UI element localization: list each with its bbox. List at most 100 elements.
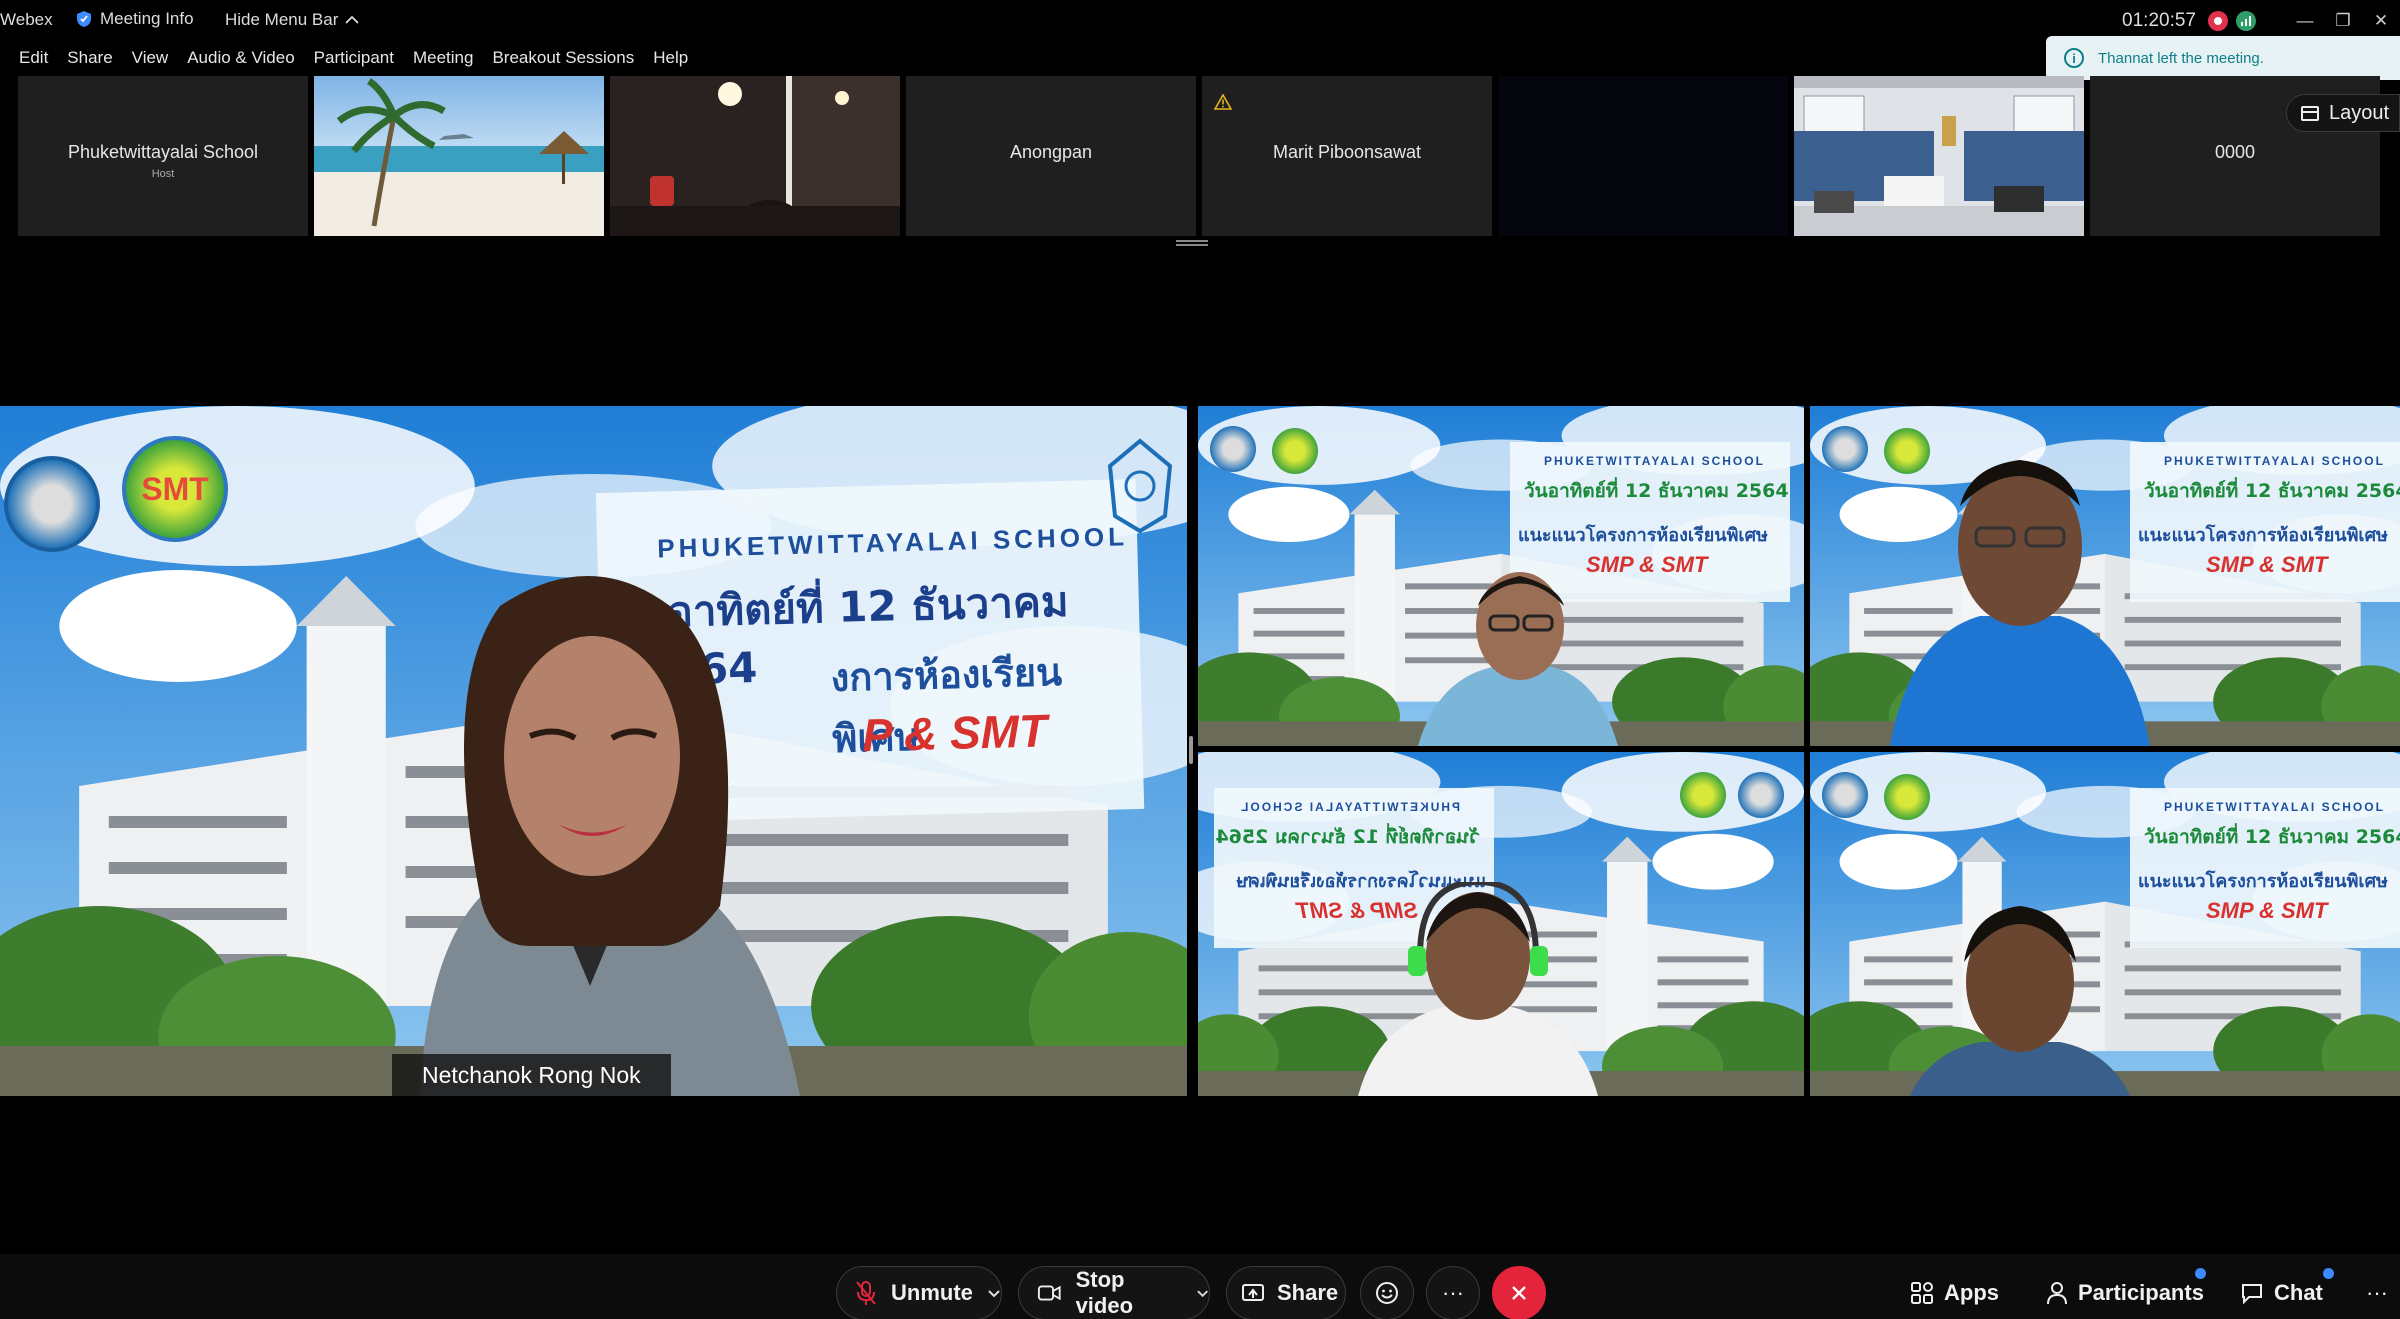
thumbnail-video-beach[interactable] xyxy=(314,76,604,236)
smt-logo xyxy=(1272,428,1318,474)
title-bar: Webex Meeting Info Hide Menu Bar 01:20:5… xyxy=(0,0,2400,42)
chat-button[interactable]: Chat xyxy=(2240,1280,2323,1306)
meeting-timer: 01:20:57 xyxy=(2122,10,2196,31)
participant-person-headset xyxy=(1358,882,1598,1096)
smp-logo xyxy=(1822,772,1868,818)
meeting-info-button[interactable]: Meeting Info xyxy=(76,9,194,29)
hide-menu-bar-button[interactable]: Hide Menu Bar xyxy=(225,10,360,30)
participant-person xyxy=(1910,906,2130,1096)
banner-program-code: SMP & SMT xyxy=(2206,552,2328,577)
apps-button[interactable]: Apps xyxy=(1910,1280,1999,1306)
strip-resize-handle[interactable] xyxy=(1176,240,1208,248)
banner-school-name: PHUKETWITTAYALAI SCHOOL xyxy=(2164,454,2385,468)
overflow-menu-button[interactable]: ··· xyxy=(2366,1280,2388,1306)
participants-label: Participants xyxy=(2078,1280,2204,1305)
dark-room-video xyxy=(610,76,900,236)
thumbnail-marit[interactable]: Marit Piboonsawat xyxy=(1202,76,1492,236)
chevron-down-icon[interactable] xyxy=(1196,1288,1209,1298)
menu-help[interactable]: Help xyxy=(653,48,688,68)
chat-badge xyxy=(2323,1268,2334,1279)
chat-label: Chat xyxy=(2274,1280,2323,1305)
banner-school-name: PHUKETWITTAYALAI SCHOOL xyxy=(2164,800,2385,814)
app-name: Webex xyxy=(0,10,53,29)
event-banner: PHUKETWITTAYALAI SCHOOL วันอาทิตย์ที่ 12… xyxy=(2130,788,2400,948)
menu-participant[interactable]: Participant xyxy=(314,48,394,68)
grid-splitter[interactable] xyxy=(1189,736,1193,764)
menu-breakout-sessions[interactable]: Breakout Sessions xyxy=(492,48,634,68)
thumbnail-video-dark-room[interactable] xyxy=(610,76,900,236)
thumbnail-video-black[interactable] xyxy=(1498,76,1788,236)
close-icon xyxy=(1512,1286,1526,1300)
layout-icon xyxy=(2301,105,2319,121)
thumbnail-name: Anongpan xyxy=(1009,142,1093,162)
thumbnail-anongpan[interactable]: Anongpan xyxy=(906,76,1196,236)
thumbnail-video-classroom[interactable] xyxy=(1794,76,2084,236)
participant-left-notification: i Thannat left the meeting. xyxy=(2046,36,2400,80)
apps-grid-icon xyxy=(1911,1282,1933,1304)
more-options-button[interactable]: ··· xyxy=(1426,1266,1480,1319)
banner-program-code: P & SMT xyxy=(861,704,1048,762)
thumbnail-host[interactable]: Phuketwittayalai School Host xyxy=(18,76,308,236)
smt-logo xyxy=(1680,772,1726,818)
smp-logo xyxy=(1822,426,1868,472)
share-label: Share xyxy=(1277,1280,1339,1305)
speaker-name-tag: Netchanok Rong Nok xyxy=(392,1054,671,1096)
unmute-button[interactable]: Unmute xyxy=(836,1266,1002,1319)
shield-icon xyxy=(77,11,91,27)
smt-logo xyxy=(1884,774,1930,820)
stop-video-label: Stop video xyxy=(1075,1267,1134,1318)
chevron-up-icon xyxy=(345,15,360,24)
smp-logo xyxy=(1738,772,1784,818)
speaker-person xyxy=(420,576,800,1096)
participants-button[interactable]: Participants xyxy=(2046,1280,2204,1306)
banner-program-line: แนะแนวโครงการห้องเรียนพิเศษ xyxy=(2138,525,2388,546)
participant-person xyxy=(1890,460,2150,746)
banner-date-line: วันอาทิตย์ที่ 12 ธันวาคม 2564 xyxy=(2144,826,2400,848)
event-banner: PHUKETWITTAYALAI SCHOOL วันอาทิตย์ที่ 12… xyxy=(2130,442,2400,602)
recording-icon[interactable] xyxy=(2208,11,2228,31)
banner-date-line: วันอาทิตย์ที่ 12 ธันวาคม 2564 xyxy=(1524,480,1789,502)
active-speaker-video[interactable]: PHUKETWITTAYALAI SCHOOL ันอาทิตย์ที่ 12 … xyxy=(0,406,1187,1096)
menu-bar: Edit Share View Audio & Video Participan… xyxy=(0,44,688,72)
microphone-muted-icon xyxy=(856,1281,876,1305)
smiley-icon xyxy=(1376,1282,1398,1304)
menu-view[interactable]: View xyxy=(132,48,169,68)
beach-video xyxy=(314,76,604,236)
meeting-info-label: Meeting Info xyxy=(100,9,194,28)
chevron-down-icon[interactable] xyxy=(987,1288,1001,1298)
menu-meeting[interactable]: Meeting xyxy=(413,48,473,68)
participant-video-4[interactable]: PHUKETWITTAYALAI SCHOOL วันอาทิตย์ที่ 12… xyxy=(1810,752,2400,1096)
thumbnail-name: Marit Piboonsawat xyxy=(1272,142,1422,162)
banner-program-line: แนะแนวโครงการห้องเรียนพิเศษ xyxy=(2138,871,2388,892)
menu-edit[interactable]: Edit xyxy=(19,48,48,68)
video-camera-icon xyxy=(1037,1285,1061,1301)
network-signal-icon[interactable] xyxy=(2236,11,2256,31)
layout-button[interactable]: Layout xyxy=(2286,94,2400,132)
menu-audio-video[interactable]: Audio & Video xyxy=(187,48,294,68)
leave-meeting-button[interactable] xyxy=(1492,1266,1546,1319)
person-icon xyxy=(2047,1282,2067,1305)
share-button[interactable]: Share xyxy=(1226,1266,1346,1319)
warning-icon xyxy=(1214,94,1232,110)
layout-label: Layout xyxy=(2329,101,2390,124)
participant-video-1[interactable]: PHUKETWITTAYALAI SCHOOL วันอาทิตย์ที่ 12… xyxy=(1198,406,1804,746)
unmute-label: Unmute xyxy=(891,1280,973,1305)
meeting-controls: Unmute Stop video Share ··· Apps Partici… xyxy=(0,1254,2400,1319)
menu-share[interactable]: Share xyxy=(67,48,112,68)
banner-program-line: แนะแนวโครงการห้องเรียนพิเศษ xyxy=(1518,525,1768,546)
chat-bubble-icon xyxy=(2242,1284,2262,1304)
school-crest-icon xyxy=(1107,438,1173,534)
share-screen-icon xyxy=(1242,1284,1264,1301)
participants-badge xyxy=(2195,1268,2206,1279)
info-icon: i xyxy=(2064,48,2084,68)
stop-video-button[interactable]: Stop video xyxy=(1018,1266,1210,1319)
smt-logo: SMT xyxy=(122,436,228,542)
apps-label: Apps xyxy=(1944,1280,1999,1305)
thumbnail-name: Phuketwittayalai School xyxy=(67,142,259,162)
reactions-button[interactable] xyxy=(1360,1266,1414,1319)
hide-menu-bar-label: Hide Menu Bar xyxy=(225,10,339,29)
banner-school-name: PHUKETWITTAYALAI SCHOOL xyxy=(1239,800,1460,814)
participant-video-3[interactable]: PHUKETWITTAYALAI SCHOOL วันอาทิตย์ที่ 12… xyxy=(1198,752,1804,1096)
smp-logo xyxy=(4,456,100,552)
participant-video-2[interactable]: PHUKETWITTAYALAI SCHOOL วันอาทิตย์ที่ 12… xyxy=(1810,406,2400,746)
